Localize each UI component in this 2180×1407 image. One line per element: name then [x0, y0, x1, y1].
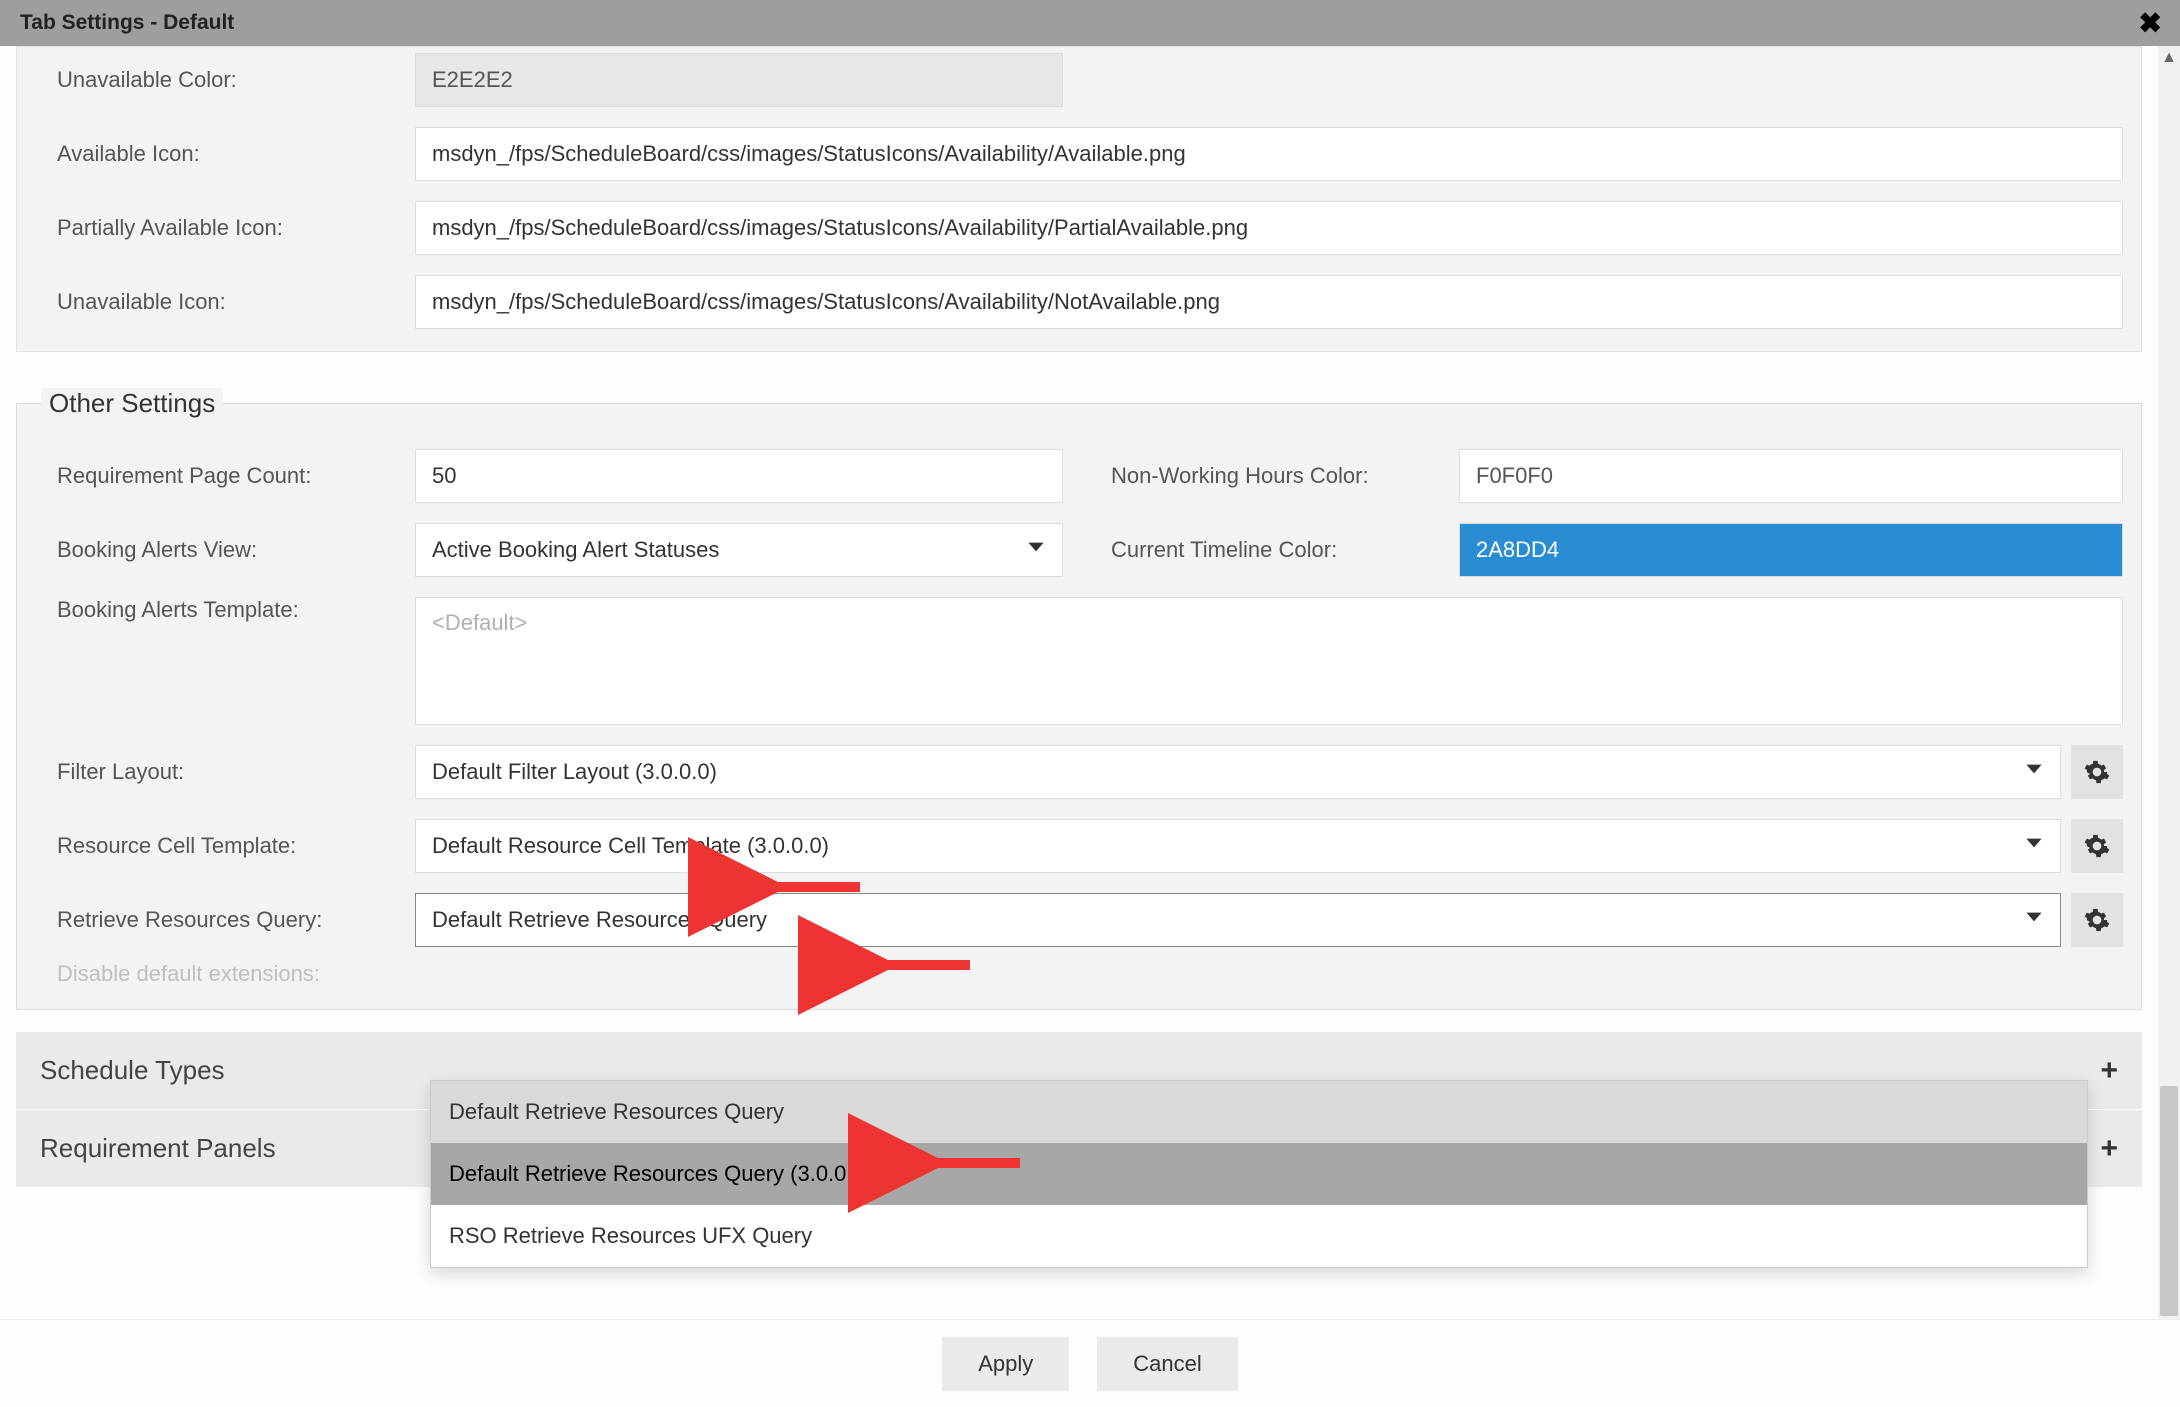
unavailable-icon-label: Unavailable Icon:	[35, 289, 415, 315]
partial-icon-input[interactable]	[415, 201, 2123, 255]
apply-button[interactable]: Apply	[942, 1337, 1069, 1391]
req-page-count-input[interactable]	[415, 449, 1063, 503]
vertical-scrollbar[interactable]: ▲	[2158, 46, 2180, 1319]
titlebar: Tab Settings - Default ✖	[0, 0, 2180, 46]
scroll-up-icon[interactable]: ▲	[2158, 46, 2180, 70]
dropdown-option[interactable]: Default Retrieve Resources Query (3.0.0.…	[431, 1143, 2087, 1205]
scrollbar-thumb[interactable]	[2160, 1086, 2178, 1316]
plus-icon: +	[2100, 1054, 2118, 1088]
chevron-down-icon	[1023, 534, 1049, 566]
filter-layout-label: Filter Layout:	[35, 759, 415, 785]
chevron-down-icon	[2021, 904, 2047, 936]
unavailable-icon-input[interactable]	[415, 275, 2123, 329]
nonworking-color-field[interactable]: F0F0F0	[1459, 449, 2123, 503]
availability-group: Unavailable Color: E2E2E2 Available Icon…	[16, 46, 2142, 352]
gear-icon	[2084, 833, 2110, 859]
other-settings-legend: Other Settings	[41, 388, 223, 419]
disable-ext-label: Disable default extensions:	[35, 961, 415, 987]
alerts-view-label: Booking Alerts View:	[35, 537, 415, 563]
dialog-body: Unavailable Color: E2E2E2 Available Icon…	[0, 46, 2158, 1319]
other-settings-group: Other Settings Requirement Page Count: N…	[16, 388, 2142, 1010]
dropdown-option[interactable]: Default Retrieve Resources Query	[431, 1081, 2087, 1143]
available-icon-input[interactable]	[415, 127, 2123, 181]
timeline-color-label: Current Timeline Color:	[1089, 537, 1459, 563]
filter-layout-gear-button[interactable]	[2071, 745, 2123, 799]
resource-cell-gear-button[interactable]	[2071, 819, 2123, 873]
close-icon[interactable]: ✖	[2139, 7, 2162, 40]
retrieve-query-dropdown: Default Retrieve Resources Query Default…	[430, 1080, 2088, 1268]
alerts-template-textarea[interactable]: <Default>	[415, 597, 2123, 725]
gear-icon	[2084, 907, 2110, 933]
alerts-template-label: Booking Alerts Template:	[35, 597, 415, 623]
alerts-view-select[interactable]: Active Booking Alert Statuses	[415, 523, 1063, 577]
chevron-down-icon	[2021, 830, 2047, 862]
dialog-title: Tab Settings - Default	[20, 11, 234, 35]
unavailable-color-label: Unavailable Color:	[35, 67, 415, 93]
available-icon-label: Available Icon:	[35, 141, 415, 167]
partial-icon-label: Partially Available Icon:	[35, 215, 415, 241]
dropdown-option[interactable]: RSO Retrieve Resources UFX Query	[431, 1205, 2087, 1267]
retrieve-query-gear-button[interactable]	[2071, 893, 2123, 947]
req-page-count-label: Requirement Page Count:	[35, 463, 415, 489]
plus-icon: +	[2100, 1132, 2118, 1166]
filter-layout-select[interactable]: Default Filter Layout (3.0.0.0)	[415, 745, 2061, 799]
dialog-footer: Apply Cancel	[0, 1319, 2180, 1407]
cancel-button[interactable]: Cancel	[1097, 1337, 1237, 1391]
chevron-down-icon	[2021, 756, 2047, 788]
retrieve-query-label: Retrieve Resources Query:	[35, 907, 415, 933]
timeline-color-field[interactable]: 2A8DD4	[1459, 523, 2123, 577]
resource-cell-label: Resource Cell Template:	[35, 833, 415, 859]
gear-icon	[2084, 759, 2110, 785]
resource-cell-select[interactable]: Default Resource Cell Template (3.0.0.0)	[415, 819, 2061, 873]
unavailable-color-field[interactable]: E2E2E2	[415, 53, 1063, 107]
nonworking-color-label: Non-Working Hours Color:	[1089, 463, 1459, 489]
retrieve-query-select[interactable]: Default Retrieve Resources Query	[415, 893, 2061, 947]
dialog-root: Tab Settings - Default ✖ ▲ Unavailable C…	[0, 0, 2180, 1407]
